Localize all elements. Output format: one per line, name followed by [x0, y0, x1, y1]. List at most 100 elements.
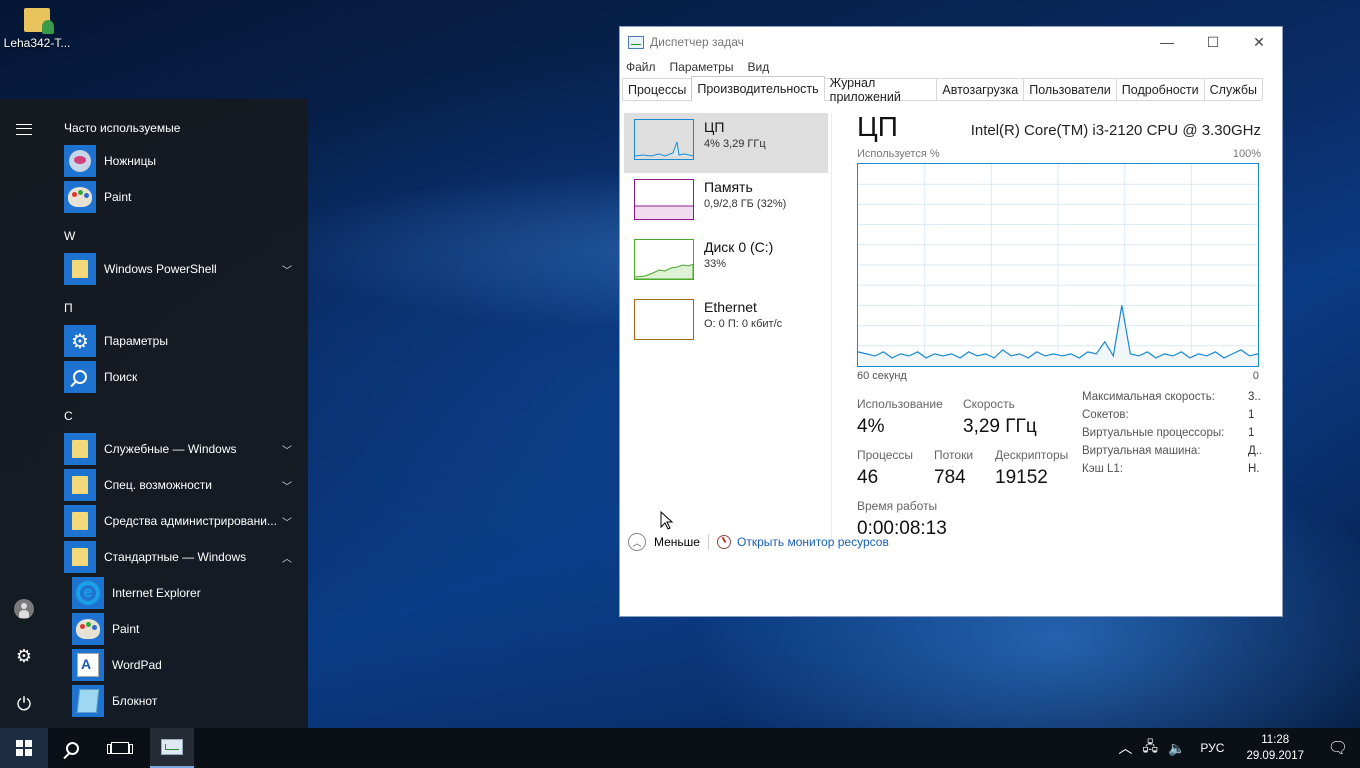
cpu-usage-graph [857, 163, 1259, 367]
stat-value: 4% [857, 416, 885, 437]
desktop-folder-icon[interactable]: Leha342-T... [2, 8, 72, 50]
tab-startup[interactable]: Автозагрузка [936, 78, 1025, 100]
clock[interactable]: 11:28 29.09.2017 [1234, 732, 1316, 764]
app-item-internet-explorer[interactable]: e Internet Explorer [72, 576, 296, 610]
app-tile [64, 181, 96, 213]
start-menu: ⚙ ⏻ Часто используемые Ножницы Paint W W… [0, 99, 308, 728]
app-item-paint[interactable]: Paint [64, 180, 296, 214]
panel-divider [831, 113, 832, 543]
tab-app-history[interactable]: Журнал приложений [823, 76, 938, 104]
cpu-thumbnail [634, 119, 694, 160]
spec-value: 1 [1248, 409, 1255, 421]
stat-value: 784 [934, 467, 966, 488]
spec-value: 3.. [1248, 391, 1261, 403]
stat-value: 19152 [995, 467, 1048, 488]
start-button[interactable] [0, 728, 48, 768]
show-hidden-icons-button[interactable]: ︿ [1113, 738, 1137, 758]
power-button[interactable]: ⏻ [0, 684, 48, 724]
taskbar-task-manager[interactable] [150, 728, 194, 768]
resource-item-memory[interactable]: Память 0,9/2,8 ГБ (32%) [624, 173, 828, 233]
menu-bar: Файл Параметры Вид [620, 57, 1282, 77]
spec-value: 1 [1248, 427, 1255, 439]
user-account-button[interactable] [0, 589, 48, 629]
minimize-button[interactable]: — [1144, 27, 1190, 57]
network-icon[interactable]: 🖧 [1137, 736, 1163, 760]
tab-bar: Процессы Производительность Журнал прило… [622, 76, 1263, 104]
menu-file[interactable]: Файл [626, 60, 656, 74]
internet-explorer-icon: e [76, 581, 100, 605]
app-label: Параметры [104, 334, 168, 348]
tab-services[interactable]: Службы [1203, 78, 1263, 100]
resource-item-disk[interactable]: Диск 0 (C:) 33% [624, 233, 828, 293]
search-button[interactable] [48, 728, 96, 768]
cpu-specs: Максимальная скорость: 3.. Сокетов: 1 Вирт… [1082, 391, 1262, 481]
scissors-icon [69, 150, 91, 172]
volume-icon[interactable]: 🔈 [1163, 740, 1190, 757]
resource-list: ЦП 4% 3,29 ГГц Память 0,9/2,8 ГБ (32%) Д… [624, 113, 828, 353]
settings-rail-button[interactable]: ⚙ [0, 636, 48, 676]
title-bar[interactable]: Диспетчер задач — ☐ ✕ [620, 27, 1282, 57]
tab-users[interactable]: Пользователи [1023, 78, 1117, 100]
task-view-icon [107, 742, 133, 754]
close-button[interactable]: ✕ [1236, 27, 1282, 57]
folder-item-accessibility[interactable]: Спец. возможности ﹀ [64, 468, 296, 502]
tab-performance[interactable]: Производительность [691, 76, 825, 101]
chevron-down-icon: ﹀ [282, 445, 292, 457]
window-controls: — ☐ ✕ [1144, 27, 1282, 57]
app-item-snipping[interactable]: Ножницы [64, 144, 296, 178]
hamburger-menu-button[interactable] [0, 109, 48, 149]
cpu-graph-svg [857, 164, 1259, 366]
windows-logo-icon [16, 740, 32, 756]
menu-options[interactable]: Параметры [670, 60, 734, 74]
wordpad-icon [77, 653, 99, 677]
stat-processes: Процессы 46 [857, 448, 913, 489]
maximize-button[interactable]: ☐ [1190, 27, 1236, 57]
app-item-paint-2[interactable]: Paint [72, 612, 296, 646]
resource-item-ethernet[interactable]: Ethernet О: 0 П: 0 кбит/с [624, 293, 828, 353]
stat-label: Время работы [857, 499, 938, 513]
app-label: Спец. возможности [104, 478, 212, 492]
stat-label: Дескрипторы [995, 448, 1069, 462]
tab-processes[interactable]: Процессы [622, 78, 693, 100]
app-label: Блокнот [112, 694, 158, 708]
menu-view[interactable]: Вид [747, 60, 769, 74]
fewer-details-button[interactable]: Меньше [654, 535, 700, 549]
spec-label: Виртуальные процессоры: [1082, 427, 1225, 439]
chevron-up-icon: ︿ [282, 553, 292, 565]
footer-bar: ︿ Меньше Открыть монитор ресурсов [620, 517, 1282, 567]
search-icon [73, 370, 87, 384]
app-label: Internet Explorer [112, 586, 201, 600]
folder-icon [72, 260, 88, 278]
app-item-powershell[interactable]: Windows PowerShell ﹀ [64, 252, 296, 286]
app-item-wordpad[interactable]: WordPad [72, 648, 296, 682]
input-language[interactable]: РУС [1190, 741, 1234, 755]
hamburger-icon [16, 123, 32, 135]
spec-label: Виртуальная машина: [1082, 445, 1201, 457]
folder-item-accessories[interactable]: Стандартные — Windows ︿ [64, 540, 296, 574]
app-item-notepad[interactable]: Блокнот [72, 684, 296, 718]
user-icon [14, 599, 34, 619]
action-center-icon[interactable]: 🗨 [1316, 738, 1360, 758]
stat-label: Процессы [857, 448, 914, 462]
folder-item-system-tools[interactable]: Служебные — Windows ﹀ [64, 432, 296, 466]
open-resource-monitor-link[interactable]: Открыть монитор ресурсов [737, 535, 889, 549]
app-tile [64, 505, 96, 537]
app-item-search[interactable]: Поиск [64, 360, 296, 394]
folder-item-admin-tools[interactable]: Средства администрировани... ﹀ [64, 504, 296, 538]
tab-details[interactable]: Подробности [1115, 78, 1205, 100]
resource-value: 4% 3,29 ГГц [704, 138, 766, 150]
task-view-button[interactable] [96, 728, 144, 768]
collapse-icon[interactable]: ︿ [628, 533, 646, 551]
app-item-settings[interactable]: ⚙ Параметры [64, 324, 296, 358]
window-title: Диспетчер задач [650, 35, 744, 49]
app-label: WordPad [112, 658, 162, 672]
spec-row: Виртуальные процессоры: 1 [1082, 427, 1262, 445]
app-tile: e [72, 577, 104, 609]
resource-item-cpu[interactable]: ЦП 4% 3,29 ГГц [624, 113, 828, 173]
stat-threads: Потоки 784 [934, 448, 973, 489]
app-tile [64, 145, 96, 177]
graph-x-label: 60 секунд [857, 370, 907, 382]
app-label: Paint [112, 622, 140, 636]
notepad-icon [76, 689, 100, 713]
task-manager-icon [628, 35, 644, 49]
